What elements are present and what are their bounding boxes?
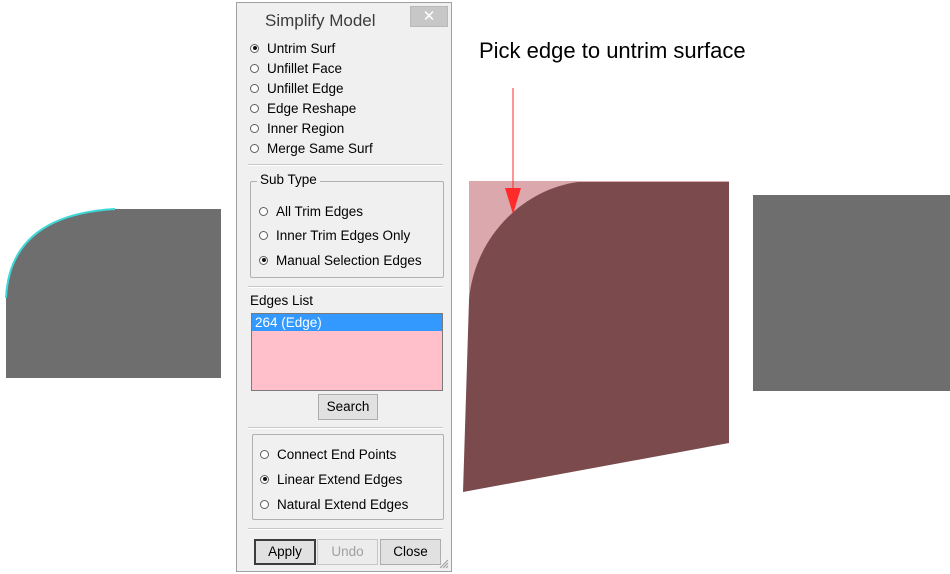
radio-connect-end-points[interactable]: Connect End Points [260, 445, 396, 463]
radio-icon[interactable] [250, 83, 259, 93]
sub-type-group: Sub Type All Trim Edges Inner Trim Edges… [250, 172, 444, 278]
radio-icon[interactable] [260, 499, 269, 509]
radio-icon[interactable] [259, 230, 268, 240]
radio-label: Manual Selection Edges [276, 252, 422, 268]
radio-merge-same-surf[interactable]: Merge Same Surf [250, 139, 373, 157]
radio-icon[interactable] [259, 206, 268, 216]
dialog-titlebar[interactable]: Simplify Model ✕ [237, 3, 451, 35]
radio-icon-checked[interactable] [259, 255, 268, 265]
sub-type-legend: Sub Type [257, 172, 320, 187]
radio-label: Unfillet Face [267, 60, 343, 76]
gray-surface-left[interactable] [6, 209, 221, 378]
simplify-model-dialog: Simplify Model ✕ Untrim Surf Unfillet Fa… [236, 2, 452, 572]
instruction-text: Pick edge to untrim surface [479, 38, 746, 63]
resize-grip-icon[interactable] [439, 559, 449, 569]
radio-icon-checked[interactable] [250, 43, 259, 53]
radio-icon[interactable] [250, 143, 259, 153]
gray-surface-right[interactable] [753, 195, 950, 391]
radio-linear-extend-edges[interactable]: Linear Extend Edges [260, 470, 402, 488]
divider [248, 164, 443, 166]
radio-label: Merge Same Surf [267, 140, 373, 156]
radio-icon[interactable] [250, 123, 259, 133]
edges-list-label: Edges List [250, 293, 314, 308]
close-button[interactable]: Close [380, 539, 441, 565]
radio-label: All Trim Edges [276, 203, 364, 219]
edges-listbox[interactable]: 264 (Edge) [251, 313, 443, 391]
radio-manual-selection-edges[interactable]: Manual Selection Edges [259, 251, 422, 269]
radio-label: Inner Trim Edges Only [276, 227, 411, 243]
radio-inner-trim-edges-only[interactable]: Inner Trim Edges Only [259, 226, 410, 244]
radio-label: Inner Region [267, 120, 345, 136]
divider [248, 528, 443, 530]
radio-all-trim-edges[interactable]: All Trim Edges [259, 202, 363, 220]
radio-label: Natural Extend Edges [277, 496, 409, 512]
list-item-selected[interactable]: 264 (Edge) [252, 314, 442, 331]
undo-button[interactable]: Undo [317, 539, 378, 565]
search-button[interactable]: Search [318, 394, 378, 420]
radio-edge-reshape[interactable]: Edge Reshape [250, 99, 356, 117]
radio-label: Connect End Points [277, 446, 397, 462]
extend-options-group: Connect End Points Linear Extend Edges N… [252, 434, 444, 520]
radio-icon[interactable] [250, 63, 259, 73]
radio-icon-checked[interactable] [260, 474, 269, 484]
radio-inner-region[interactable]: Inner Region [250, 119, 344, 137]
radio-unfillet-face[interactable]: Unfillet Face [250, 59, 342, 77]
radio-icon[interactable] [250, 103, 259, 113]
radio-label: Untrim Surf [267, 40, 336, 56]
radio-label: Edge Reshape [267, 100, 357, 116]
close-icon[interactable]: ✕ [410, 6, 448, 27]
apply-button[interactable]: Apply [254, 539, 316, 565]
divider [248, 286, 443, 288]
radio-label: Unfillet Edge [267, 80, 344, 96]
radio-icon[interactable] [260, 449, 269, 459]
radio-label: Linear Extend Edges [277, 471, 403, 487]
trimmed-surface[interactable] [463, 182, 729, 492]
radio-untrim-surf[interactable]: Untrim Surf [250, 39, 335, 57]
viewport-canvas[interactable] [0, 0, 950, 574]
divider [248, 427, 443, 429]
radio-natural-extend-edges[interactable]: Natural Extend Edges [260, 495, 408, 513]
dialog-title: Simplify Model [265, 11, 376, 30]
radio-unfillet-edge[interactable]: Unfillet Edge [250, 79, 344, 97]
